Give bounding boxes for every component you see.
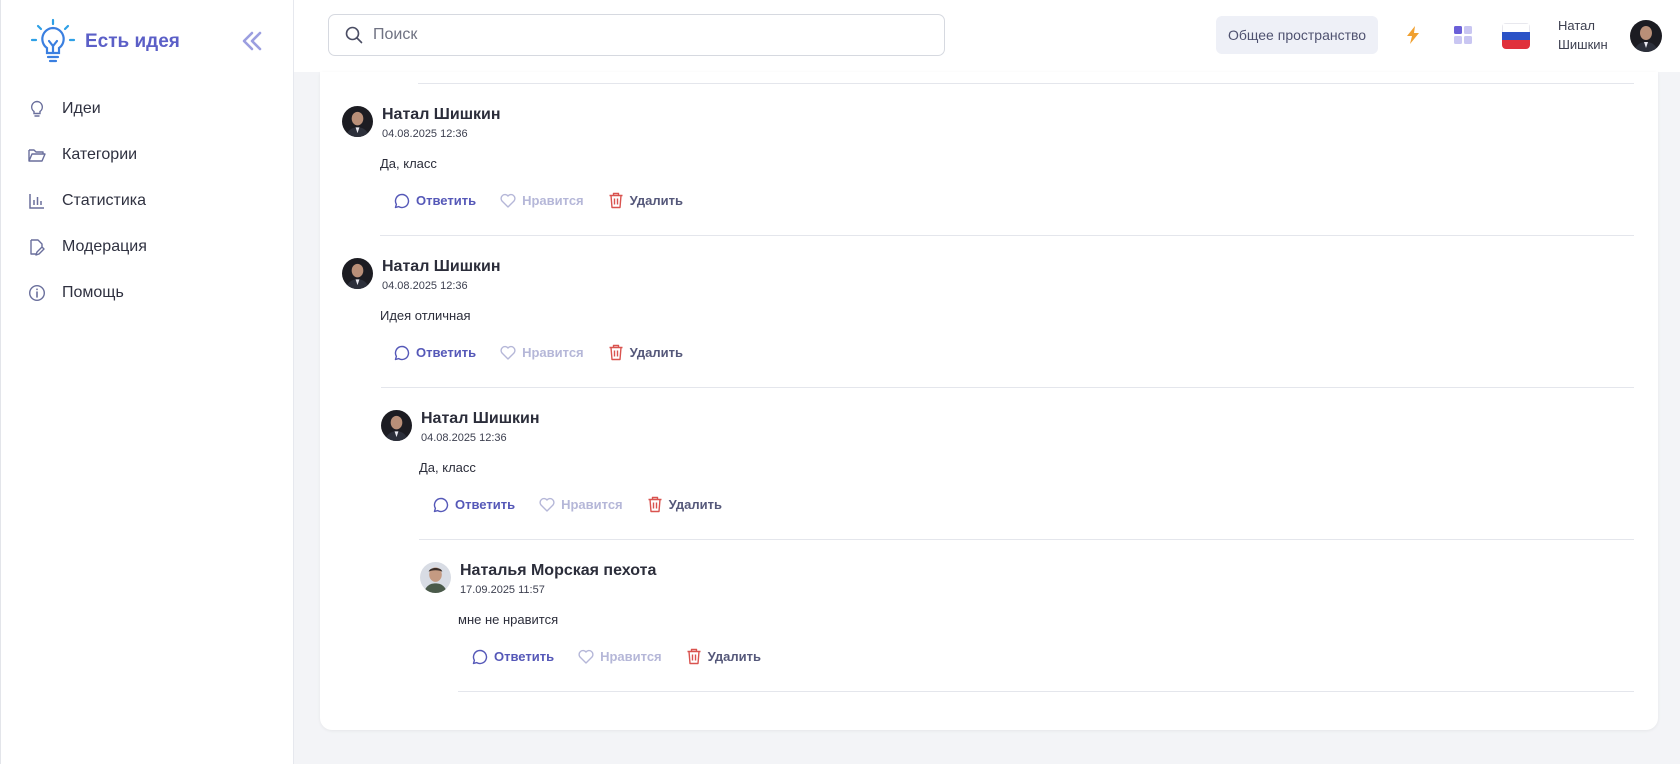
sidebar-item-label: Идеи: [62, 100, 101, 117]
comment-author: Наталья Морская пехота: [460, 562, 657, 579]
search-box[interactable]: [328, 14, 945, 56]
language-flag-ru[interactable]: [1502, 23, 1530, 49]
user-avatar[interactable]: [1630, 20, 1662, 52]
heart-icon: [500, 345, 516, 360]
heart-icon: [500, 193, 516, 208]
folder-open-icon: [27, 145, 47, 165]
search-input[interactable]: [373, 26, 913, 44]
reply-label: Ответить: [416, 345, 477, 360]
apps-button[interactable]: [1450, 22, 1476, 48]
reply-button[interactable]: Ответить: [472, 649, 554, 665]
sidebar-item-moderation[interactable]: Модерация: [1, 224, 293, 270]
topbar: Общее пространство Натал Шишкин: [294, 0, 1680, 72]
comment-date: 17.09.2025 11:57: [460, 584, 545, 596]
avatar: [342, 106, 373, 137]
like-button[interactable]: Нравится: [539, 497, 623, 512]
lightning-icon: [1407, 26, 1419, 44]
sidebar-item-statistics[interactable]: Статистика: [1, 178, 293, 224]
reply-button[interactable]: Ответить: [394, 345, 476, 361]
avatar-photo: [1630, 20, 1662, 52]
like-label: Нравится: [600, 649, 662, 664]
avatar: [420, 562, 451, 593]
sidebar-item-ideas[interactable]: Идеи: [1, 86, 293, 132]
comment-text: мне не нравится: [458, 612, 559, 627]
delete-button[interactable]: Удалить: [608, 192, 683, 209]
divider: [419, 539, 1634, 540]
divider: [381, 387, 1634, 388]
comment-text: Идея отличная: [380, 308, 471, 323]
delete-button[interactable]: Удалить: [647, 496, 722, 513]
comment-actions: Ответить Нравится Удалить: [472, 648, 785, 665]
divider: [458, 691, 1634, 692]
heart-icon: [578, 649, 594, 664]
user-first-name: Натал: [1558, 18, 1595, 33]
app-name: Есть идея: [85, 31, 180, 52]
delete-label: Удалить: [668, 497, 722, 512]
divider: [380, 235, 1634, 236]
delete-label: Удалить: [629, 345, 683, 360]
reply-label: Ответить: [416, 193, 477, 208]
like-button[interactable]: Нравится: [500, 193, 584, 208]
user-name[interactable]: Натал Шишкин: [1558, 16, 1620, 54]
comment-author: Натал Шишкин: [382, 258, 501, 275]
sidebar-item-label: Помощь: [62, 284, 124, 301]
delete-label: Удалить: [629, 193, 683, 208]
sidebar-item-label: Категории: [62, 146, 138, 163]
comment-text: Да, класс: [380, 156, 437, 171]
comment-actions: Ответить Нравится Удалить: [433, 496, 746, 513]
trash-icon: [648, 496, 662, 513]
comment-text: Да, класс: [419, 460, 476, 475]
trash-icon: [687, 648, 701, 665]
reply-label: Ответить: [455, 497, 516, 512]
sidebar-nav: Идеи Категории Статистика Модерация Помо…: [1, 86, 293, 316]
like-label: Нравится: [522, 193, 584, 208]
chat-bubble-icon: [394, 193, 410, 208]
workspace-button[interactable]: Общее пространство: [1216, 16, 1379, 54]
chat-bubble-icon: [472, 649, 488, 664]
trash-icon: [609, 192, 623, 209]
comments-card: Натал Шишкин 04.08.2025 12:36 Да, класс …: [320, 72, 1658, 730]
user-last-name: Шишкин: [1558, 37, 1608, 52]
avatar: [381, 410, 412, 441]
chat-bubble-icon: [433, 497, 449, 512]
comment-actions: Ответить Нравится Удалить: [394, 344, 707, 361]
delete-button[interactable]: Удалить: [608, 344, 683, 361]
like-button[interactable]: Нравится: [500, 345, 584, 360]
bar-chart-icon: [27, 191, 47, 211]
info-circle-icon: [27, 283, 47, 303]
edit-document-icon: [27, 237, 47, 257]
collapse-sidebar-button[interactable]: [237, 26, 267, 56]
comment-author: Натал Шишкин: [421, 410, 540, 427]
comment-date: 04.08.2025 12:36: [382, 280, 468, 292]
grid-icon: [1454, 26, 1472, 44]
delete-label: Удалить: [707, 649, 761, 664]
heart-icon: [539, 497, 555, 512]
comment-date: 04.08.2025 12:36: [382, 128, 468, 140]
chat-bubble-icon: [394, 345, 410, 360]
like-button[interactable]: Нравится: [578, 649, 662, 664]
reply-button[interactable]: Ответить: [433, 497, 515, 513]
notifications-button[interactable]: [1400, 22, 1426, 48]
like-label: Нравится: [522, 345, 584, 360]
app-logo[interactable]: Есть идея: [29, 18, 180, 66]
sidebar-item-help[interactable]: Помощь: [1, 270, 293, 316]
delete-button[interactable]: Удалить: [686, 648, 761, 665]
comment-author: Натал Шишкин: [382, 106, 501, 123]
sidebar: Есть идея Идеи Категории Статистика Моде…: [0, 0, 294, 764]
like-label: Нравится: [561, 497, 623, 512]
avatar: [342, 258, 373, 289]
comment-date: 04.08.2025 12:36: [421, 432, 507, 444]
divider: [418, 83, 1634, 84]
sidebar-item-categories[interactable]: Категории: [1, 132, 293, 178]
lightbulb-logo-icon: [30, 18, 76, 63]
reply-button[interactable]: Ответить: [394, 193, 476, 209]
trash-icon: [609, 344, 623, 361]
lightbulb-icon: [27, 99, 47, 119]
comment-actions: Ответить Нравится Удалить: [394, 192, 707, 209]
sidebar-item-label: Статистика: [62, 192, 147, 209]
search-icon: [345, 26, 363, 44]
reply-label: Ответить: [494, 649, 555, 664]
sidebar-item-label: Модерация: [62, 238, 147, 255]
double-chevron-left-icon: [242, 31, 262, 51]
